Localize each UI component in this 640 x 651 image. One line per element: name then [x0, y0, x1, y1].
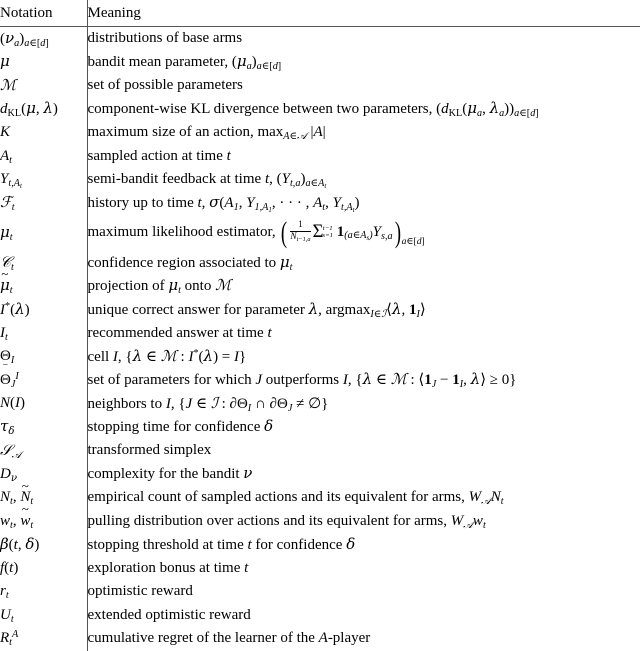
meaning-cell: sampled action at time t: [87, 147, 231, 164]
meaning-cell: transformed simplex: [87, 442, 212, 459]
table-row: Yt,At semi-bandit feedback at time t, (Y…: [0, 168, 640, 192]
meaning-cell: bandit mean parameter, (μa)a∈[d]: [87, 52, 282, 72]
meaning-cell: extended optimistic reward: [87, 606, 251, 623]
meaning-cell: set of possible parameters: [87, 77, 243, 94]
notation-cell: rt: [0, 580, 88, 604]
meaning-cell: cumulative regret of the learner of the …: [87, 630, 371, 647]
table-row: f(t) exploration bonus at time t: [0, 556, 640, 580]
table-row: β(t, δ) stopping threshold at time t for…: [0, 533, 640, 557]
notation-cell: RtA: [0, 627, 88, 651]
notation-cell: μ: [0, 50, 88, 74]
table-row: N(I) neighbors to I, {J ∈ ℐ : ∂ΘI ∩ ∂ΘJ …: [0, 392, 640, 416]
table-row: 𝒮𝒜 transformed simplex: [0, 439, 640, 463]
meaning-cell: pulling distribution over actions and it…: [87, 512, 486, 531]
meaning-cell: confidence region associated to μt: [87, 252, 293, 273]
notation-table: Notation Meaning (νa)a∈[d] distributions…: [0, 0, 640, 651]
notation-cell: ΘI: [0, 345, 88, 369]
notation-cell: β(t, δ): [0, 533, 88, 557]
table-row: ℳ set of possible parameters: [0, 74, 640, 98]
meaning-cell: history up to time t, σ(A1, Y1,A1, · · ·…: [87, 193, 360, 214]
meaning-cell: cell I, {λ ∈ ℳ : I*(λ) = I}: [87, 346, 247, 365]
table-header: Notation Meaning: [0, 0, 640, 27]
notation-cell: N(I): [0, 392, 88, 416]
meaning-cell: recommended answer at time t: [87, 324, 272, 341]
meaning-cell: stopping threshold at time t for confide…: [87, 534, 356, 553]
meaning-cell: semi-bandit feedback at time t, (Yt,a)a∈…: [87, 171, 327, 190]
table-row: μ bandit mean parameter, (μa)a∈[d]: [0, 50, 640, 74]
table-row: Ut extended optimistic reward: [0, 603, 640, 627]
meaning-cell: set of parameters for which J outperform…: [87, 370, 517, 390]
notation-cell: It: [0, 321, 88, 345]
notation-cell: K: [0, 121, 88, 145]
meaning-cell: stopping time for confidence δ: [87, 417, 274, 436]
meaning-cell: neighbors to I, {J ∈ ℐ : ∂ΘI ∩ ∂ΘJ ≠ ∅}: [87, 393, 329, 414]
notation-cell: 𝒞t: [0, 251, 88, 275]
meaning-cell: maximum likelihood estimator, (1 Nt−1,a Σt…: [87, 215, 425, 249]
table-row: 𝒞t confidence region associated to μt: [0, 251, 640, 275]
table-row: ℱt history up to time t, σ(A1, Y1,A1, · …: [0, 191, 640, 215]
table-body: (νa)a∈[d] distributions of base arms μ b…: [0, 26, 640, 651]
notation-cell: (νa)a∈[d]: [0, 26, 88, 51]
header-row: Notation Meaning: [0, 0, 640, 27]
meaning-cell: unique correct answer for parameter λ, a…: [87, 299, 426, 320]
notation-cell: ‾ ΘJI: [0, 364, 88, 392]
notation-cell: μt: [0, 215, 88, 251]
notation-cell: At: [0, 144, 88, 168]
notation-cell: Nt, ~ Nt: [0, 480, 88, 510]
notation-cell: 𝒮𝒜: [0, 439, 88, 463]
notation-cell: wt, ~ wt: [0, 503, 88, 533]
notation-cell: τδ: [0, 415, 88, 439]
meaning-cell: distributions of base arms: [87, 30, 243, 47]
notation-cell: Ut: [0, 603, 88, 627]
meaning-cell: optimistic reward: [87, 583, 193, 600]
meaning-cell: projection of μt onto ℳ: [87, 276, 232, 296]
table-row: μt maximum likelihood estimator, (1 Nt−1,…: [0, 215, 640, 251]
notation-cell: ~ μt: [0, 268, 88, 298]
column-header-notation: Notation: [0, 0, 88, 27]
table-row: ΘI cell I, {λ ∈ ℳ : I*(λ) = I}: [0, 345, 640, 369]
notation-cell: dKL(μ, λ): [0, 97, 88, 121]
table-row: (νa)a∈[d] distributions of base arms: [0, 26, 640, 51]
notation-cell: I*(λ): [0, 298, 88, 322]
notation-cell: Yt,At: [0, 168, 88, 192]
table-row: τδ stopping time for confidence δ: [0, 415, 640, 439]
table-row: K maximum size of an action, maxA∈𝒜 |A|: [0, 121, 640, 145]
meaning-cell: complexity for the bandit ν: [87, 464, 253, 483]
table-row: Nt, ~ Nt empirical count of sampled actio…: [0, 480, 640, 510]
table-row: RtA cumulative regret of the learner of …: [0, 627, 640, 651]
table-row: wt, ~ wt pulling distribution over action…: [0, 503, 640, 533]
meaning-cell: empirical count of sampled actions and i…: [87, 489, 504, 507]
table-row: It recommended answer at time t: [0, 321, 640, 345]
meaning-cell: maximum size of an action, maxA∈𝒜 |A|: [87, 124, 326, 142]
meaning-cell: component-wise KL divergence between two…: [87, 99, 539, 119]
table-row: ‾ ΘJI set of parameters for which J outpe…: [0, 364, 640, 392]
column-header-meaning: Meaning: [87, 0, 640, 27]
notation-cell: ℳ: [0, 74, 88, 98]
table-row: At sampled action at time t: [0, 144, 640, 168]
notation-cell: f(t): [0, 556, 88, 580]
meaning-cell: exploration bonus at time t: [87, 559, 249, 576]
notation-cell: Dν: [0, 462, 88, 486]
table-row: Dν complexity for the bandit ν: [0, 462, 640, 486]
notation-cell: ℱt: [0, 191, 88, 215]
table-row: I*(λ) unique correct answer for paramete…: [0, 298, 640, 322]
table-row: dKL(μ, λ) component-wise KL divergence b…: [0, 97, 640, 121]
table-row: rt optimistic reward: [0, 580, 640, 604]
table-row: ~ μt projection of μt onto ℳ: [0, 268, 640, 298]
